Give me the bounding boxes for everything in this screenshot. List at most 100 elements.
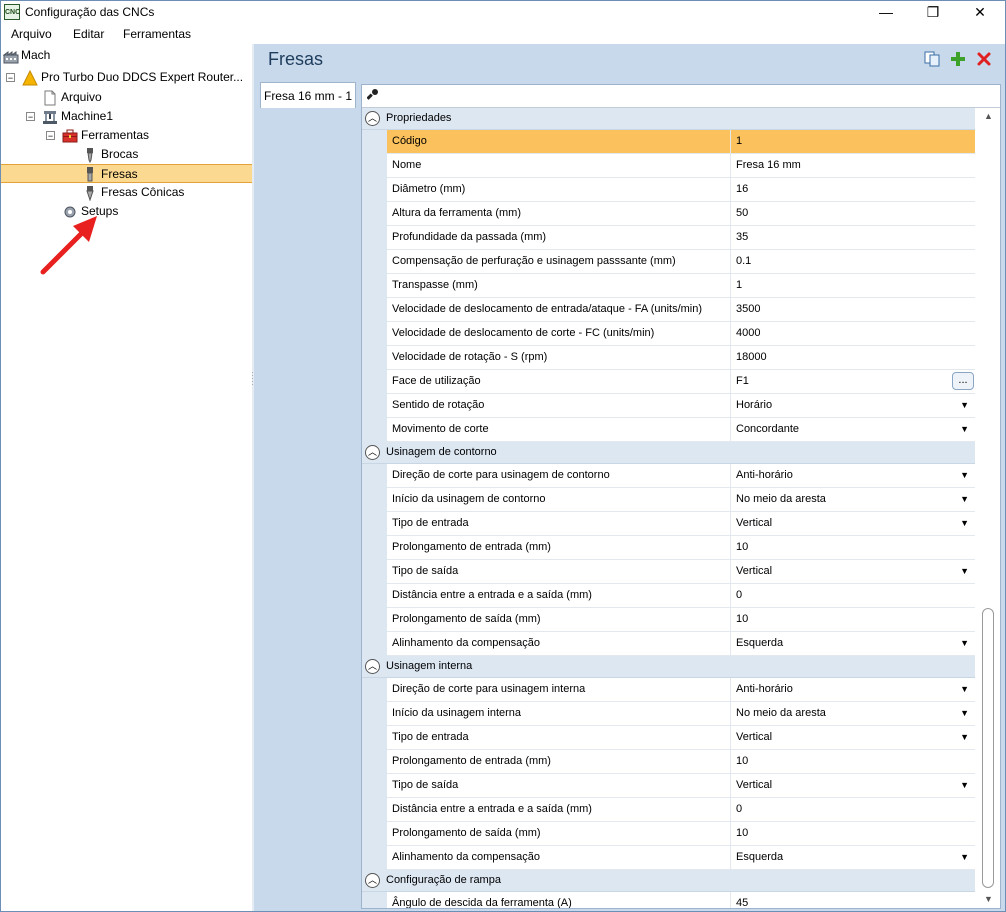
property-row-distancia-interna[interactable]: Distância entre a entrada e a saída (mm)… [387, 798, 975, 822]
menu-editar[interactable]: Editar [73, 27, 104, 41]
property-row-transpasse[interactable]: Transpasse (mm) 1 [387, 274, 975, 298]
property-row-distancia-contorno[interactable]: Distância entre a entrada e a saída (mm)… [387, 584, 975, 608]
property-row-prolong-saida-interna[interactable]: Prolongamento de saída (mm) 10 [387, 822, 975, 846]
tab-fresa-16mm[interactable]: Fresa 16 mm - 1 [260, 82, 356, 108]
collapse-category-icon[interactable]: ︿ [365, 445, 380, 460]
title-bar: CNC Configuração das CNCs — ❐ ✕ [1, 1, 1005, 23]
cnc-machine-icon [43, 111, 57, 124]
panel-title: Fresas [268, 49, 324, 69]
collapse-icon[interactable]: − [26, 112, 35, 122]
toolbox-icon [62, 129, 78, 143]
warning-triangle-icon [22, 70, 38, 86]
factory-icon [3, 51, 19, 64]
dropdown-arrow-icon[interactable]: ▼ [960, 780, 969, 790]
end-mill-icon [87, 167, 93, 182]
property-row-movimento[interactable]: Movimento de corte Concordante ▼ [387, 418, 975, 442]
property-row-angulo-descida[interactable]: Ângulo de descida da ferramenta (A) 45 [387, 892, 975, 908]
property-row-profundidade[interactable]: Profundidade da passada (mm) 35 [387, 226, 975, 250]
tree-label-fresas: Fresas [101, 167, 138, 181]
dropdown-arrow-icon[interactable]: ▼ [960, 732, 969, 742]
tree-item-fresas[interactable]: Fresas [1, 164, 252, 183]
property-grid: ︿ Propriedades Código 1 Nome Fresa 16 mm D… [361, 84, 1001, 909]
property-row-direcao-contorno[interactable]: Direção de corte para usinagem de contor… [387, 464, 975, 488]
category-propriedades[interactable]: ︿ Propriedades [362, 108, 975, 130]
drill-bit-icon [87, 148, 93, 163]
conical-mill-icon [86, 186, 94, 201]
collapse-icon[interactable]: − [6, 73, 15, 83]
delete-icon[interactable] [975, 50, 993, 68]
scroll-up-icon[interactable]: ▲ [984, 111, 993, 121]
menu-ferramentas[interactable]: Ferramentas [123, 27, 191, 41]
property-row-alinhamento-contorno[interactable]: Alinhamento da compensação Esquerda ▼ [387, 632, 975, 656]
menu-bar: Arquivo Editar Ferramentas [1, 23, 1005, 44]
property-row-altura[interactable]: Altura da ferramenta (mm) 50 [387, 202, 975, 226]
dropdown-arrow-icon[interactable]: ▼ [960, 424, 969, 434]
dropdown-arrow-icon[interactable]: ▼ [960, 494, 969, 504]
collapse-category-icon[interactable]: ︿ [365, 659, 380, 674]
property-row-prolong-entrada-contorno[interactable]: Prolongamento de entrada (mm) 10 [387, 536, 975, 560]
property-row-vel-corte[interactable]: Velocidade de deslocamento de corte - FC… [387, 322, 975, 346]
property-row-alinhamento-interna[interactable]: Alinhamento da compensação Esquerda ▼ [387, 846, 975, 870]
copy-icon[interactable] [923, 50, 941, 68]
main-window: CNC Configuração das CNCs — ❐ ✕ Arquivo … [0, 0, 1006, 912]
property-row-tipo-entrada-contorno[interactable]: Tipo de entrada Vertical ▼ [387, 512, 975, 536]
minimize-button[interactable]: — [863, 1, 909, 23]
tree-item-machine-family[interactable]: − Pro Turbo Duo DDCS Expert Router... [1, 68, 252, 87]
dropdown-arrow-icon[interactable]: ▼ [960, 470, 969, 480]
property-row-nome[interactable]: Nome Fresa 16 mm [387, 154, 975, 178]
tree-item-ferramentas[interactable]: − Ferramentas [1, 126, 252, 145]
dropdown-arrow-icon[interactable]: ▼ [960, 518, 969, 528]
property-row-tipo-saida-contorno[interactable]: Tipo de saída Vertical ▼ [387, 560, 975, 584]
dropdown-arrow-icon[interactable]: ▼ [960, 400, 969, 410]
ellipsis-button[interactable]: ... [952, 372, 974, 390]
tree-label-mach: Mach [21, 48, 51, 62]
property-row-face[interactable]: Face de utilização F1... [387, 370, 975, 394]
tree-label-brocas: Brocas [101, 147, 139, 161]
tools-panel: Fresas Fresa 16 mm - 1 ︿ Propriedades Có… [254, 44, 1005, 911]
close-button[interactable]: ✕ [957, 1, 1003, 23]
scroll-thumb[interactable] [982, 608, 994, 888]
scroll-down-icon[interactable]: ▼ [984, 894, 993, 904]
tree-label-machine-family: Pro Turbo Duo DDCS Expert Router... [41, 70, 244, 84]
property-search[interactable] [362, 85, 1000, 108]
collapse-category-icon[interactable]: ︿ [365, 873, 380, 888]
category-usinagem-contorno[interactable]: ︿ Usinagem de contorno [362, 442, 975, 464]
maximize-button[interactable]: ❐ [910, 1, 956, 23]
tree-item-brocas[interactable]: Brocas [1, 145, 252, 164]
tree-label-machine1: Machine1 [61, 109, 114, 123]
collapse-category-icon[interactable]: ︿ [365, 111, 380, 126]
property-row-compensacao[interactable]: Compensação de perfuração e usinagem pas… [387, 250, 975, 274]
config-tree: Mach − Pro Turbo Duo DDCS Expert Router.… [1, 44, 253, 911]
property-row-vel-entrada[interactable]: Velocidade de deslocamento de entrada/at… [387, 298, 975, 322]
vertical-scrollbar[interactable]: ▲ ▼ [976, 108, 1000, 908]
property-row-prolong-saida-contorno[interactable]: Prolongamento de saída (mm) 10 [387, 608, 975, 632]
tree-item-arquivo[interactable]: Arquivo [1, 88, 252, 107]
dropdown-arrow-icon[interactable]: ▼ [960, 638, 969, 648]
property-row-codigo[interactable]: Código 1 [387, 130, 975, 154]
collapse-icon[interactable]: − [46, 131, 55, 141]
menu-arquivo[interactable]: Arquivo [11, 27, 52, 41]
dropdown-arrow-icon[interactable]: ▼ [960, 852, 969, 862]
tree-label-ferramentas: Ferramentas [81, 128, 150, 142]
wrench-icon [366, 88, 379, 103]
property-row-prolong-entrada-interna[interactable]: Prolongamento de entrada (mm) 10 [387, 750, 975, 774]
property-row-inicio-interna[interactable]: Início da usinagem interna No meio da are… [387, 702, 975, 726]
property-row-tipo-saida-interna[interactable]: Tipo de saída Vertical ▼ [387, 774, 975, 798]
property-row-diametro[interactable]: Diâmetro (mm) 16 [387, 178, 975, 202]
tree-item-mach[interactable]: Mach [1, 46, 252, 65]
category-usinagem-interna[interactable]: ︿ Usinagem interna [362, 656, 975, 678]
window-title: Configuração das CNCs [25, 5, 155, 19]
category-configuracao-rampa[interactable]: ︿ Configuração de rampa [362, 870, 975, 892]
property-row-tipo-entrada-interna[interactable]: Tipo de entrada Vertical ▼ [387, 726, 975, 750]
property-row-vel-rotacao[interactable]: Velocidade de rotação - S (rpm) 18000 [387, 346, 975, 370]
dropdown-arrow-icon[interactable]: ▼ [960, 566, 969, 576]
dropdown-arrow-icon[interactable]: ▼ [960, 684, 969, 694]
property-row-direcao-interna[interactable]: Direção de corte para usinagem interna An… [387, 678, 975, 702]
add-icon[interactable] [949, 50, 967, 68]
tree-item-machine1[interactable]: − Machine1 [1, 107, 252, 126]
tree-label-fresas-conicas: Fresas Cônicas [101, 185, 185, 199]
dropdown-arrow-icon[interactable]: ▼ [960, 708, 969, 718]
tree-item-fresas-conicas[interactable]: Fresas Cônicas [1, 183, 252, 202]
property-row-inicio-contorno[interactable]: Início da usinagem de contorno No meio da… [387, 488, 975, 512]
property-row-sentido[interactable]: Sentido de rotação Horário ▼ [387, 394, 975, 418]
